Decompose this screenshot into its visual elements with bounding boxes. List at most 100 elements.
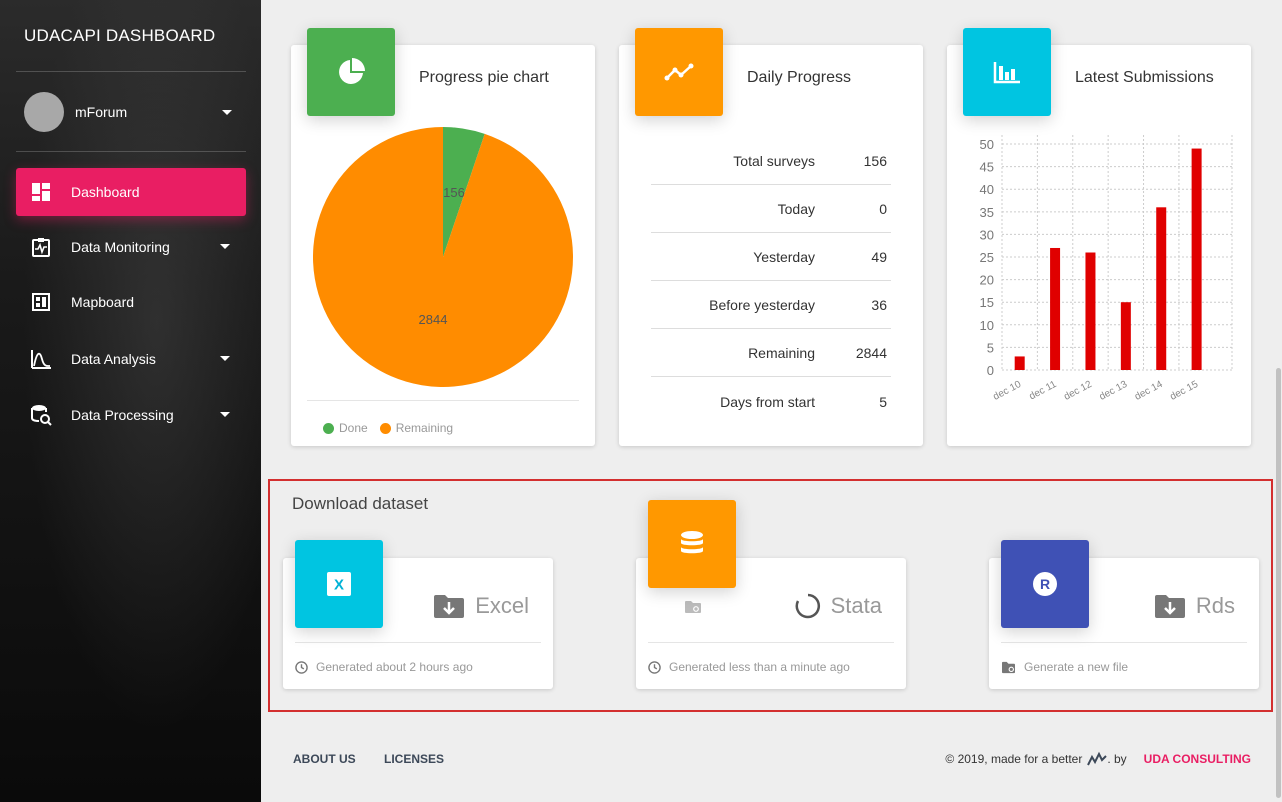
x-tick-label: dec 13 [1098,379,1130,403]
stat-value: 156 [863,152,887,169]
folder-refresh-icon [1002,661,1015,673]
stat-row: Yesterday 49 [651,233,891,281]
download-stata-button[interactable]: Stata [795,593,882,619]
card-title: Latest Submissions [1075,69,1214,86]
x-tick-label: dec 10 [991,379,1023,403]
divider [16,71,246,72]
chevron-down-icon[interactable] [220,356,230,361]
legend-label-done: Done [339,421,368,435]
x-tick-label: dec 14 [1133,379,1165,403]
folder-download-icon [434,595,465,618]
y-tick-label: 40 [980,182,994,197]
folder-refresh-icon [685,601,701,613]
copyright-text: © 2019, made for a better [945,752,1083,766]
x-tick-label: dec 15 [1168,379,1200,403]
pie-data-label: 2844 [419,312,448,327]
sidebar-item-label: Mapboard [71,294,135,310]
y-tick-label: 50 [980,137,994,152]
status-text[interactable]: Generate a new file [1024,660,1128,674]
stat-label: Today [777,200,815,217]
database-icon [648,500,736,588]
footer: ABOUT US LICENSES © 2019, made for a bet… [261,735,1282,802]
stat-row: Today 0 [651,185,891,233]
stat-value: 2844 [855,344,887,361]
y-tick-label: 20 [980,273,994,288]
bar[interactable] [1156,207,1167,370]
licenses-link[interactable]: LICENSES [384,752,444,766]
x-tick-label: dec 11 [1027,379,1058,403]
copyright: © 2019, made for a better . by UDA CONSU… [945,751,1251,767]
pie-legend: Done Remaining [323,421,453,435]
sidebar-item-data-analysis[interactable]: Data Analysis [16,335,246,383]
y-tick-label: 0 [987,363,994,378]
y-tick-label: 35 [980,205,994,220]
download-rds-button[interactable]: Rds [1154,593,1235,619]
y-tick-label: 25 [980,250,994,265]
pie-slice-remaining[interactable] [313,127,573,387]
spinner-icon [795,593,820,619]
status-text: Generated about 2 hours ago [316,660,473,674]
analysis-icon [30,348,52,370]
divider [16,151,246,152]
bar-chart-icon [963,28,1051,116]
stat-label: Remaining [748,344,815,361]
sidebar-item-label: Data Analysis [71,351,156,367]
scrollbar[interactable] [1276,368,1281,798]
sidebar-item-data-processing[interactable]: Data Processing [16,391,246,439]
sidebar-item-label: Data Processing [71,407,174,423]
dashboard-icon [30,181,52,203]
pie-chart: 156 2844 [313,127,573,387]
bar[interactable] [1191,148,1202,370]
bar[interactable] [1014,356,1025,370]
status-text: Generated less than a minute ago [669,660,850,674]
y-tick-label: 5 [987,340,994,355]
user-menu[interactable]: mForum [24,92,127,132]
company-link[interactable]: UDA CONSULTING [1144,752,1251,766]
stat-label: Days from start [720,394,815,410]
processing-icon [30,404,52,426]
download-excel-button[interactable]: Excel [433,593,529,619]
bar[interactable] [1085,252,1096,371]
legend-swatch-done [323,422,334,434]
download-label: Rds [1195,593,1235,618]
svg-text:R: R [1040,576,1050,592]
stat-label: Total surveys [733,152,815,169]
folder-download-icon [1154,595,1185,618]
stat-row: Before yesterday 36 [651,281,891,329]
chevron-down-icon[interactable] [222,110,232,115]
sidebar-item-label: Data Monitoring [71,239,170,255]
bar[interactable] [1120,302,1131,370]
stat-value: 49 [871,248,887,265]
download-dataset-section: Download dataset Excel Generated about 2… [268,479,1273,712]
legend-swatch-remaining [379,422,391,434]
bar-chart: 05101520253035404550dec 10 dec 11 dec 12 de… [980,135,1233,403]
user-name[interactable]: mForum [75,104,127,120]
clock-icon [648,660,661,674]
pie-chart-icon [307,28,395,116]
legend-label-remaining: Remaining [395,421,454,435]
stat-label: Before yesterday [709,296,815,313]
monitoring-icon [30,236,52,258]
bar[interactable] [1050,247,1061,370]
download-status: Generate a new file [1001,642,1247,674]
sidebar-item-label: Dashboard [71,184,140,200]
timeline-icon [635,28,723,116]
avatar[interactable] [24,92,64,132]
sidebar: UDACAPI DASHBOARD mForum Dashboard Data … [0,0,261,802]
brand-title[interactable]: UDACAPI DASHBOARD [24,26,215,46]
y-tick-label: 10 [980,318,994,333]
pie-data-label: 156 [443,185,465,200]
chevron-down-icon[interactable] [220,244,230,249]
chevron-down-icon[interactable] [220,412,230,417]
excel-icon: X [295,540,383,628]
about-us-link[interactable]: ABOUT US [293,752,356,766]
download-label: Excel [475,593,529,618]
download-status: Generated about 2 hours ago [295,642,541,674]
download-label: Stata [830,593,882,618]
sidebar-item-dashboard[interactable]: Dashboard [16,168,246,216]
stat-row: Remaining 2844 [651,329,891,377]
svg-text:X: X [334,577,344,594]
stat-value: 36 [871,296,887,313]
sidebar-item-data-monitoring[interactable]: Data Monitoring [16,223,246,271]
sidebar-item-mapboard[interactable]: Mapboard [16,278,246,326]
